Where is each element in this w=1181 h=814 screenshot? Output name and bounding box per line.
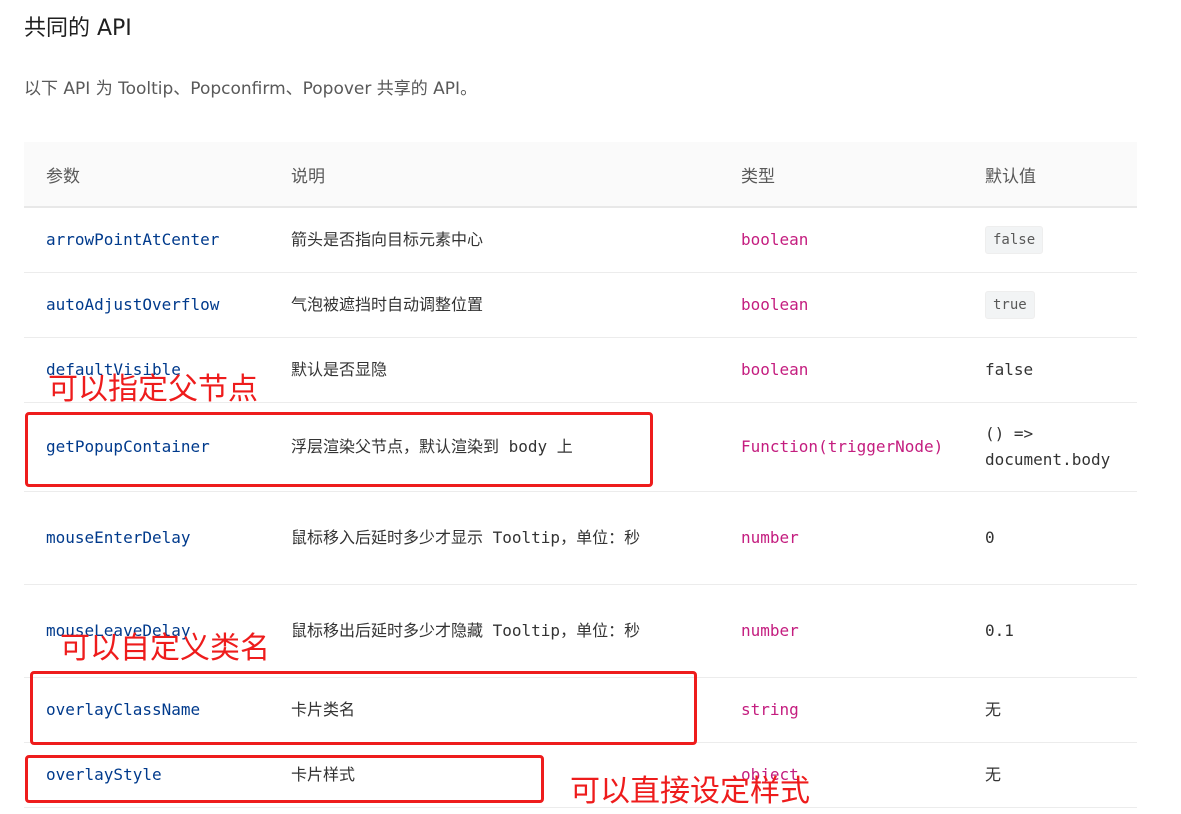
param-desc: 气泡被遮挡时自动调整位置 (269, 272, 719, 338)
param-desc: 箭头是否指向目标元素中心 (269, 207, 719, 273)
table-row: autoAdjustOverflow 气泡被遮挡时自动调整位置 boolean … (24, 272, 1137, 338)
param-name: overlayStyle (24, 742, 269, 808)
param-type: Function(triggerNode) (719, 402, 963, 492)
param-name: getPopupContainer (24, 402, 269, 492)
param-name: arrowPointAtCenter (24, 207, 269, 273)
header-param: 参数 (24, 142, 269, 208)
param-type: number (719, 584, 963, 678)
table-row: overlayClassName 卡片类名 string 无 (24, 677, 1137, 743)
param-name: autoAdjustOverflow (24, 272, 269, 338)
param-default: 无 (963, 742, 1137, 808)
api-table: 参数 说明 类型 默认值 arrowPointAtCenter 箭头是否指向目标… (24, 142, 1137, 808)
param-default: () => document.body (963, 402, 1137, 492)
param-default: false (963, 337, 1137, 403)
annotation-parent-node: 可以指定父节点 (48, 372, 258, 407)
table-header-row: 参数 说明 类型 默认值 (24, 142, 1137, 208)
param-desc: 鼠标移出后延时多少才隐藏 Tooltip，单位：秒 (269, 584, 719, 678)
param-name: overlayClassName (24, 677, 269, 743)
param-default: true (985, 290, 1035, 319)
header-type: 类型 (719, 142, 963, 208)
param-type: number (719, 491, 963, 585)
param-name: mouseEnterDelay (24, 491, 269, 585)
param-type: boolean (719, 272, 963, 338)
param-default-cell: true (963, 272, 1137, 338)
table-row: mouseEnterDelay 鼠标移入后延时多少才显示 Tooltip，单位：… (24, 491, 1137, 585)
param-desc: 卡片类名 (269, 677, 719, 743)
param-default: 无 (963, 677, 1137, 743)
annotation-style: 可以直接设定样式 (570, 774, 810, 809)
header-default: 默认值 (963, 142, 1137, 208)
param-default-cell: false (963, 207, 1137, 273)
table-row: arrowPointAtCenter 箭头是否指向目标元素中心 boolean … (24, 207, 1137, 273)
param-type: boolean (719, 337, 963, 403)
param-default: false (985, 225, 1044, 254)
param-type: string (719, 677, 963, 743)
section-intro: 以下 API 为 Tooltip、Popconfirm、Popover 共享的 … (24, 79, 478, 99)
param-default: 0 (963, 491, 1137, 585)
param-desc: 浮层渲染父节点，默认渲染到 body 上 (269, 402, 719, 492)
param-desc: 鼠标移入后延时多少才显示 Tooltip，单位：秒 (269, 491, 719, 585)
param-type: boolean (719, 207, 963, 273)
section-title: 共同的 API (24, 16, 132, 41)
param-default: 0.1 (963, 584, 1137, 678)
annotation-class-name: 可以自定义类名 (60, 631, 270, 666)
param-desc: 默认是否显隐 (269, 337, 719, 403)
header-desc: 说明 (269, 142, 719, 208)
table-row: getPopupContainer 浮层渲染父节点，默认渲染到 body 上 F… (24, 402, 1137, 492)
